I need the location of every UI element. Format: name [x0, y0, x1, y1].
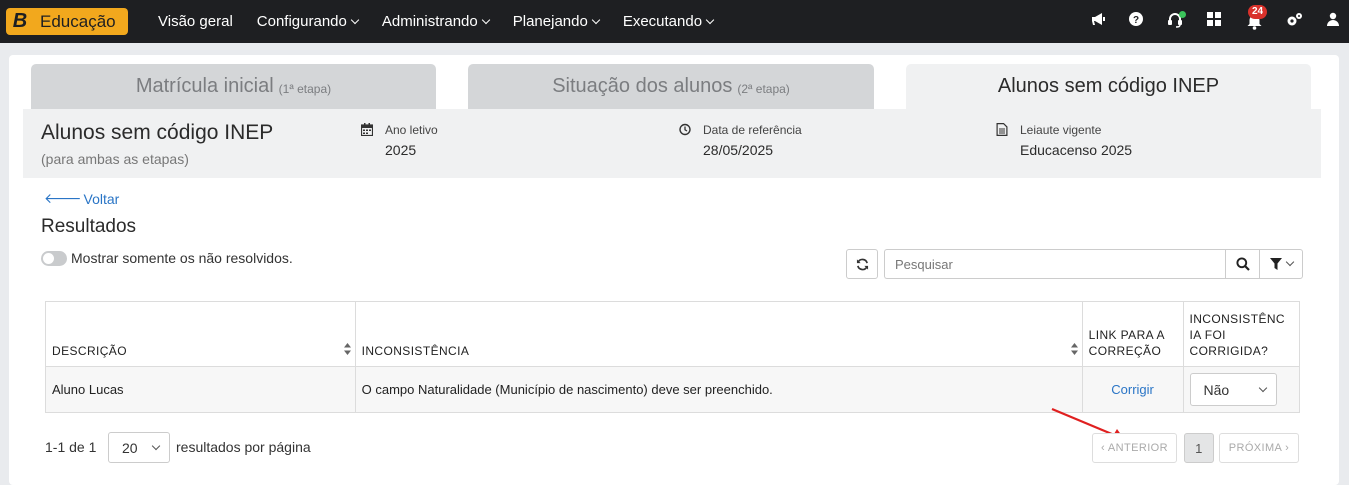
online-status-dot [1179, 11, 1186, 18]
settings-icon[interactable] [1285, 12, 1303, 30]
table-header-row: DESCRIÇÃO INCONSISTÊNCIA LINK PARA A COR… [45, 301, 1300, 367]
column-label: DESCRIÇÃO [52, 344, 127, 358]
refresh-icon [856, 258, 868, 270]
tab-stage-label: (2ª etapa) [737, 81, 790, 96]
logo-letter: B [12, 10, 28, 32]
apps-grid-icon[interactable] [1205, 12, 1223, 30]
nav-item-executando[interactable]: Executando [622, 13, 715, 30]
tab-situacao-dos-alunos[interactable]: Situação dos alunos (2ª etapa) [468, 64, 874, 109]
meta-value: Educacenso 2025 [1020, 142, 1133, 158]
tab-alunos-sem-codigo-inep[interactable]: Alunos sem código INEP [906, 64, 1311, 109]
unresolved-filter: Mostrar somente os não resolvidos. [41, 250, 293, 266]
user-icon[interactable] [1324, 12, 1342, 30]
app-logo[interactable]: B Educação [6, 8, 128, 35]
tab-stage-label: (1ª etapa) [278, 81, 332, 96]
column-header-descricao[interactable]: DESCRIÇÃO [45, 301, 356, 367]
help-icon[interactable]: ? [1127, 12, 1145, 30]
fix-link[interactable]: Corrigir [1089, 382, 1177, 397]
meta-value: 28/05/2025 [703, 142, 774, 158]
nav-item-configurando[interactable]: Configurando [256, 13, 360, 30]
main-card: Matrícula inicial (1ª etapa) Situação dos… [9, 55, 1339, 485]
next-page-button[interactable]: PRÓXIMA › [1219, 433, 1299, 463]
logo-text: Educação [40, 11, 116, 31]
corrected-select[interactable]: Não [1189, 373, 1277, 406]
nav-label: Administrando [381, 13, 478, 30]
select-value: Não [1203, 381, 1230, 398]
page-header: Alunos sem código INEP (para ambas as et… [23, 109, 1321, 178]
filter-icon [1269, 258, 1282, 270]
bell-icon[interactable]: 24 [1245, 5, 1268, 30]
meta-label: Leiaute vigente [1020, 123, 1102, 137]
nav-label: Visão geral [158, 13, 233, 30]
chevron-down-icon [591, 15, 601, 25]
search-input[interactable] [884, 249, 1226, 279]
chevron-down-icon [1258, 383, 1267, 392]
headset-icon[interactable] [1166, 11, 1186, 30]
tab-label: Alunos sem código INEP [997, 75, 1220, 97]
clock-icon [679, 123, 691, 136]
column-label: INCONSISTÊNCIA [361, 344, 470, 358]
meta-label: Data de referência [703, 123, 802, 137]
sort-icon [343, 343, 351, 355]
chevron-down-icon [1285, 257, 1294, 267]
search-icon [1235, 257, 1250, 271]
toggle-label: Mostrar somente os não resolvidos. [71, 250, 293, 266]
column-header-inconsistencia[interactable]: INCONSISTÊNCIA [354, 301, 1083, 367]
column-label: INCONSISTÊNC IA FOI CORRIGIDA? [1189, 312, 1285, 358]
search-button[interactable] [1225, 249, 1260, 279]
meta-value: 2025 [385, 142, 417, 158]
cell-corrigida: Não [1182, 366, 1300, 413]
pagination-range: 1-1 de 1 [45, 439, 97, 455]
tab-label: Situação dos alunos [552, 75, 733, 97]
unresolved-toggle[interactable] [41, 250, 67, 266]
nav-item-planejando[interactable]: Planejando [512, 13, 601, 30]
cell-descricao: Aluno Lucas [45, 366, 356, 413]
per-page-label: resultados por página [176, 439, 311, 455]
chevron-down-icon [705, 15, 715, 25]
main-nav: Visão geral Configurando Administrando P… [158, 0, 737, 43]
top-navbar: B Educação Visão geral Configurando Admi… [0, 0, 1349, 43]
page-title: Alunos sem código INEP [41, 121, 274, 144]
page-button-current[interactable]: 1 [1184, 433, 1214, 463]
megaphone-icon[interactable] [1089, 12, 1107, 30]
page-subtitle: (para ambas as etapas) [41, 151, 189, 167]
cell-inconsistencia: O campo Naturalidade (Município de nasci… [354, 366, 1083, 413]
back-link-label: Voltar [83, 190, 120, 207]
column-label: LINK PARA A CORREÇÃO [1088, 328, 1165, 358]
filter-button[interactable] [1259, 249, 1303, 279]
nav-item-visao-geral[interactable]: Visão geral [158, 13, 233, 30]
nav-item-administrando[interactable]: Administrando [381, 13, 490, 30]
nav-label: Executando [622, 13, 703, 30]
document-icon [996, 123, 1008, 136]
arrow-left-icon: 🡐 [44, 190, 82, 206]
per-page-select[interactable]: 20 [108, 432, 170, 463]
chevron-down-icon [151, 441, 161, 450]
meta-label: Ano letivo [385, 123, 438, 137]
chevron-down-icon [481, 15, 490, 25]
nav-label: Planejando [512, 13, 588, 30]
column-header-corrigida: INCONSISTÊNC IA FOI CORRIGIDA? [1182, 301, 1300, 367]
notification-count-badge: 24 [1248, 5, 1268, 19]
chevron-down-icon [350, 15, 360, 25]
select-value: 20 [122, 439, 138, 456]
results-title: Resultados [41, 216, 137, 237]
tab-label: Matrícula inicial [135, 75, 274, 97]
sort-icon [1070, 343, 1078, 355]
results-table: DESCRIÇÃO INCONSISTÊNCIA LINK PARA A COR… [45, 301, 1300, 413]
back-link[interactable]: 🡐 Voltar [44, 190, 119, 207]
tab-matricula-inicial[interactable]: Matrícula inicial (1ª etapa) [31, 64, 436, 109]
svg-text:?: ? [1133, 15, 1139, 26]
nav-label: Configurando [256, 13, 347, 30]
refresh-button[interactable] [846, 249, 878, 279]
column-header-link-correcao: LINK PARA A CORREÇÃO [1081, 301, 1184, 367]
previous-page-button[interactable]: ‹ ANTERIOR [1092, 433, 1177, 463]
calendar-icon [361, 123, 373, 136]
